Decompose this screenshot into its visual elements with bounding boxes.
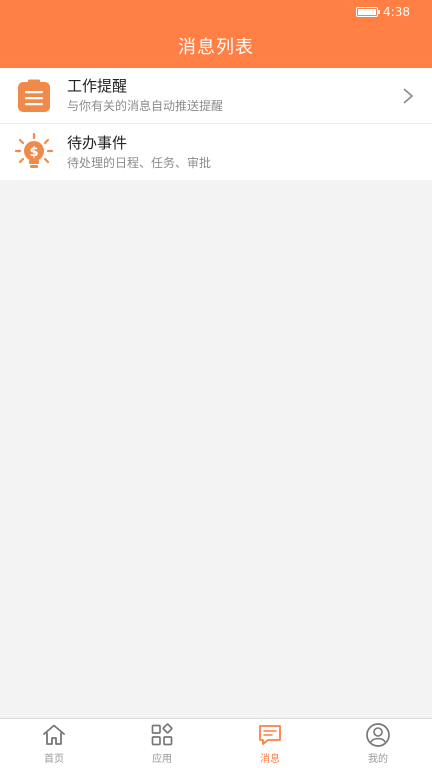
tab-label: 消息 [260, 754, 280, 765]
list-item-title: 待办事件 [67, 133, 128, 152]
bottom-tab-bar: 首页 应用 消息 我的 [0, 718, 432, 768]
home-icon [43, 724, 65, 745]
tab-label: 我的 [368, 754, 388, 765]
page-title: 消息列表 [178, 37, 254, 58]
app-header: 4:38 消息列表 [0, 0, 432, 68]
message-icon [259, 725, 281, 745]
tab-label: 首页 [44, 754, 64, 765]
lightbulb-money-icon: $ [14, 132, 54, 172]
battery-icon [356, 7, 381, 17]
tab-label: 应用 [152, 754, 172, 765]
status-bar: 4:38 [0, 0, 432, 24]
list-item-subtitle: 待处理的日程、任务、审批 [67, 155, 212, 170]
profile-icon [366, 723, 390, 747]
message-list: 工作提醒 与你有关的消息自动推送提醒 $ 待办事件 待处理的日程、任务、审批 [0, 68, 432, 180]
tab-home[interactable]: 首页 [0, 719, 108, 768]
list-item-todo-events[interactable]: $ 待办事件 待处理的日程、任务、审批 [0, 124, 432, 180]
list-item-subtitle: 与你有关的消息自动推送提醒 [67, 99, 224, 113]
apps-icon [151, 723, 173, 746]
tab-profile[interactable]: 我的 [324, 719, 432, 768]
chevron-right-icon [403, 88, 414, 104]
status-time: 4:38 [383, 5, 410, 19]
svg-text:$: $ [29, 145, 38, 160]
tab-apps[interactable]: 应用 [108, 719, 216, 768]
list-item-title: 工作提醒 [67, 77, 128, 95]
tab-messages[interactable]: 消息 [216, 719, 324, 768]
clipboard-icon [14, 76, 54, 116]
list-item-work-reminder[interactable]: 工作提醒 与你有关的消息自动推送提醒 [0, 68, 432, 124]
